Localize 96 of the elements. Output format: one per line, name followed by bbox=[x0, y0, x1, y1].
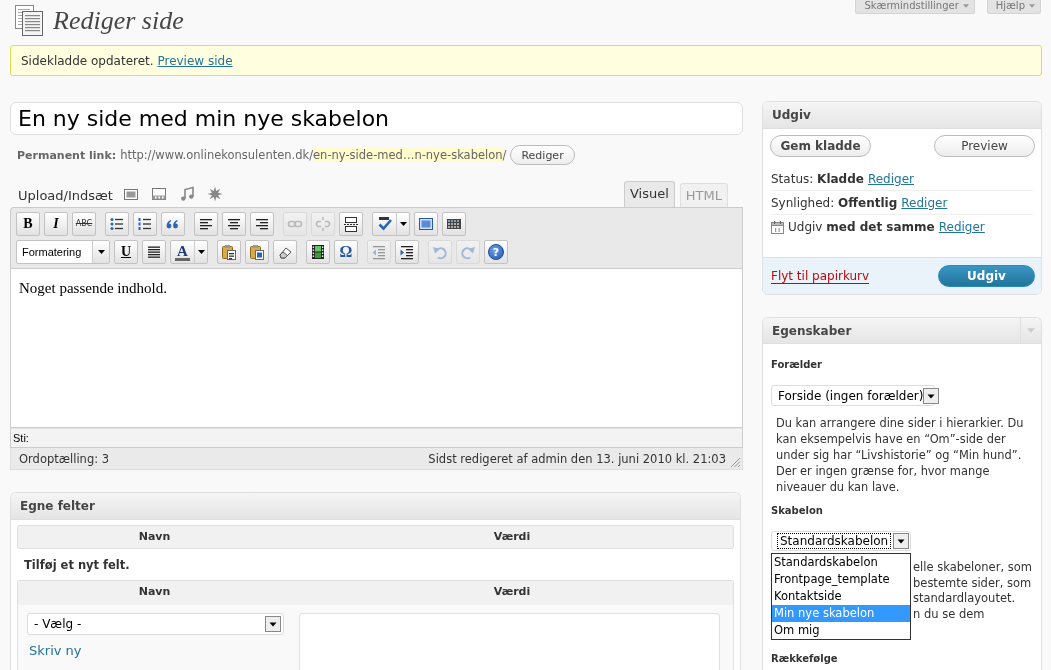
caret-icon bbox=[399, 222, 407, 226]
template-select[interactable]: Standardskabelon bbox=[771, 531, 911, 551]
paste-word-button[interactable] bbox=[245, 240, 269, 264]
edit-link[interactable]: Rediger bbox=[938, 220, 985, 234]
panel-title: Udgiv bbox=[772, 108, 811, 122]
caret-icon bbox=[197, 250, 205, 254]
template-help-text: elle skabeloner, som bestemte sider, som standardlayoutet. n du se dem bbox=[913, 560, 1032, 622]
spellcheck-button[interactable] bbox=[372, 212, 410, 236]
last-edited-text: Sidst redigeret af admin den 13. juni 2010 kl. 21:03 bbox=[428, 451, 726, 466]
clipboard-icon bbox=[249, 244, 265, 260]
editor-content-field[interactable]: Noget passende indhold. bbox=[10, 268, 743, 428]
clipboard-icon bbox=[221, 244, 237, 260]
grid-icon bbox=[446, 216, 462, 232]
align-right-button[interactable] bbox=[250, 212, 274, 236]
strikethrough-button[interactable]: ABC bbox=[72, 212, 96, 236]
publish-info-text: Status: Kladde bbox=[771, 171, 864, 186]
path-label: Sti: bbox=[13, 432, 29, 444]
add-field-heading: Tilføj et nyt felt. bbox=[23, 557, 131, 574]
fullscreen-button[interactable] bbox=[414, 212, 438, 236]
window-icon bbox=[418, 216, 434, 232]
permalink-slug[interactable]: en-ny-side-med…n-nye-skabelon bbox=[313, 148, 503, 162]
bullet-list-icon bbox=[109, 216, 125, 232]
justify-icon bbox=[146, 244, 162, 260]
caret-icon bbox=[97, 250, 105, 254]
justify-button[interactable] bbox=[142, 240, 166, 264]
redo-icon bbox=[460, 244, 476, 260]
text-color-button[interactable]: A bbox=[170, 240, 208, 264]
publish-info-text: Udgiv med det samme bbox=[788, 220, 935, 234]
upload-label: Upload/Indsæt bbox=[18, 188, 113, 203]
editor-tab[interactable]: Visuel bbox=[623, 181, 675, 207]
toggle-arrow-icon bbox=[1027, 328, 1035, 333]
checkmark-icon bbox=[376, 216, 393, 232]
header-tab[interactable]: Hjælp bbox=[986, 0, 1041, 14]
align-left-button[interactable] bbox=[194, 212, 218, 236]
blockquote-button[interactable] bbox=[161, 212, 185, 236]
field-label: Forælder bbox=[771, 359, 822, 371]
edit-permalink-button[interactable]: Rediger bbox=[510, 145, 575, 165]
film-strip-icon bbox=[310, 244, 326, 260]
resize-handle-icon[interactable] bbox=[730, 457, 741, 468]
permalink-label: Permanent link: bbox=[17, 148, 117, 162]
align-center-button[interactable] bbox=[222, 212, 246, 236]
column-header: Værdi bbox=[492, 529, 532, 545]
special-character-button[interactable]: Ω bbox=[334, 240, 358, 264]
title-field[interactable]: En ny side med min nye skabelon bbox=[10, 102, 743, 135]
insert-media-button[interactable] bbox=[306, 240, 330, 264]
bold-button[interactable]: B bbox=[16, 212, 40, 236]
numbered-list-icon bbox=[137, 216, 153, 232]
page-title: Rediger side bbox=[53, 6, 184, 36]
permalink-url: http://www.onlinekonsulenten.dk/en-ny-side-med…n-nye-skabelon/ bbox=[120, 148, 507, 162]
bullet-list-button[interactable] bbox=[105, 212, 129, 236]
panel-title: Egne felter bbox=[20, 499, 95, 513]
image-icon[interactable] bbox=[122, 186, 139, 202]
trash-link[interactable]: Flyt til papirkurv bbox=[771, 268, 870, 284]
caret-icon bbox=[1029, 4, 1035, 8]
preview-button[interactable]: Preview bbox=[934, 135, 1035, 157]
underline-button[interactable]: U bbox=[114, 240, 138, 264]
publish-info-text: Synlighed: Offentlig bbox=[771, 195, 898, 210]
caret-icon bbox=[962, 4, 969, 8]
parent-help-text: Du kan arrangere dine sider i hierarkier. Du kan eksempelvis have en “Om”-side der under sig har “Livshistorie” og “Min hund”. Der er ingen grænse for, hvor mange niveauer du kan lave. bbox=[776, 415, 1025, 495]
italic-button[interactable]: I bbox=[44, 212, 68, 236]
save-draft-button[interactable]: Gem kladde bbox=[770, 135, 871, 157]
indent-icon bbox=[399, 244, 415, 260]
format-select[interactable]: Formatering bbox=[16, 240, 110, 264]
outdent-icon bbox=[371, 244, 387, 260]
panel-title: Egenskaber bbox=[772, 323, 852, 338]
page-break-icon bbox=[343, 216, 359, 232]
more-tag-button[interactable] bbox=[339, 212, 363, 236]
video-icon[interactable] bbox=[150, 186, 167, 202]
enter-new-link[interactable]: Skriv ny bbox=[29, 643, 82, 658]
edit-link[interactable]: Rediger bbox=[901, 195, 948, 210]
remove-format-button[interactable] bbox=[273, 240, 297, 264]
numbered-list-button[interactable] bbox=[133, 212, 157, 236]
calendar-icon bbox=[771, 220, 784, 234]
preview-link[interactable]: Preview side bbox=[157, 53, 233, 68]
publish-button[interactable]: Udgiv bbox=[938, 265, 1035, 287]
notice-message: Sidekladde opdateret. Preview side bbox=[21, 53, 233, 68]
undo-icon bbox=[432, 244, 448, 260]
align-center-icon bbox=[226, 216, 242, 232]
kitchen-sink-button[interactable] bbox=[442, 212, 466, 236]
column-header: Værdi bbox=[492, 584, 532, 600]
paste-text-button[interactable] bbox=[217, 240, 241, 264]
field-label: Skabelon bbox=[771, 505, 823, 517]
column-header: Navn bbox=[137, 529, 172, 545]
column-header: Navn bbox=[137, 584, 172, 600]
starburst-icon[interactable] bbox=[206, 186, 223, 202]
word-count: Ordoptælling: 3 bbox=[19, 451, 110, 466]
pages-icon bbox=[14, 4, 44, 36]
broken-chain-icon bbox=[315, 216, 331, 232]
edit-link[interactable]: Rediger bbox=[867, 171, 914, 186]
indent-button[interactable] bbox=[395, 240, 419, 264]
key-select[interactable]: - Vælg - bbox=[27, 613, 284, 635]
field-label: Rækkefølge bbox=[771, 653, 838, 665]
align-left-icon bbox=[198, 216, 214, 232]
header-tab[interactable]: Skærmindstillinger bbox=[855, 0, 975, 14]
music-note-icon[interactable] bbox=[178, 186, 195, 202]
align-right-icon bbox=[254, 216, 270, 232]
